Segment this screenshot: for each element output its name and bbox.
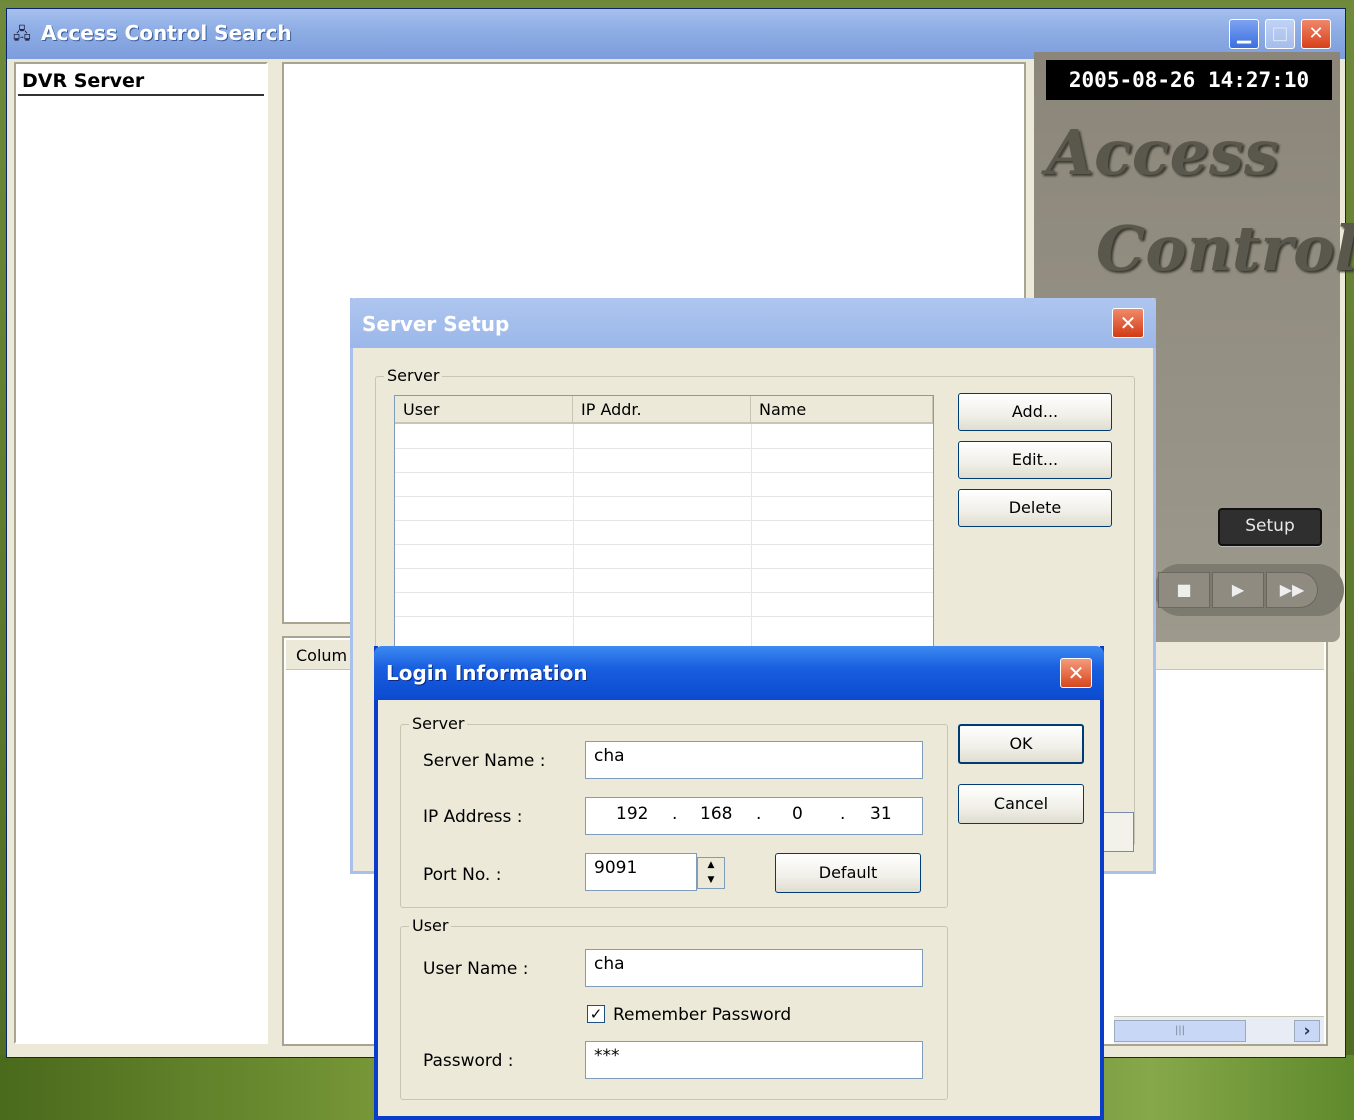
spin-up-icon[interactable]: ▲ — [700, 859, 722, 872]
ip-dot: . — [672, 804, 678, 824]
playback-controls: ■ ▶ ▶▶ — [1154, 564, 1344, 616]
play-icon[interactable]: ▶ — [1212, 572, 1264, 608]
row-divider — [395, 568, 933, 569]
column-name[interactable]: Name — [751, 396, 933, 424]
add-server-button[interactable]: Add... — [958, 393, 1112, 431]
port-label: Port No. : — [423, 865, 502, 885]
ok-button[interactable]: OK — [958, 724, 1084, 764]
scrollbar-thumb[interactable]: ||| — [1114, 1020, 1246, 1042]
server-setup-title: Server Setup — [362, 312, 510, 336]
login-user-group-label: User — [409, 916, 452, 935]
row-divider — [395, 592, 933, 593]
login-information-dialog: Login Information ✕ Server Server Name :… — [374, 646, 1104, 1120]
server-name-label: Server Name : — [423, 751, 546, 771]
fast-forward-icon[interactable]: ▶▶ — [1266, 572, 1318, 608]
edit-server-button[interactable]: Edit... — [958, 441, 1112, 479]
delete-server-button[interactable]: Delete — [958, 489, 1112, 527]
user-name-label: User Name : — [423, 959, 529, 979]
ip-address-label: IP Address : — [423, 807, 523, 827]
window-title: Access Control Search — [41, 21, 292, 45]
ip-octet-1[interactable]: 192 — [616, 804, 648, 824]
ip-octet-4[interactable]: 31 — [870, 804, 892, 824]
password-field[interactable]: *** — [585, 1041, 923, 1079]
logo-access: Access — [1046, 116, 1279, 189]
dvr-server-header: DVR Server — [18, 66, 264, 96]
column-user[interactable]: User — [395, 396, 573, 424]
remember-password-checkbox[interactable]: ✓ — [587, 1005, 605, 1023]
clock-display: 2005-08-26 14:27:10 — [1046, 60, 1332, 100]
user-name-field[interactable]: cha — [585, 949, 923, 987]
server-name-field[interactable]: cha — [585, 741, 923, 779]
logo-control: Control — [1096, 212, 1354, 285]
setup-button[interactable]: Setup — [1218, 508, 1322, 546]
minimize-button[interactable]: ▁ — [1229, 19, 1259, 49]
close-icon[interactable]: ✕ — [1060, 658, 1092, 688]
login-server-group-label: Server — [409, 714, 468, 733]
close-button[interactable]: ✕ — [1301, 19, 1331, 49]
password-label: Password : — [423, 1051, 514, 1071]
ip-dot: . — [756, 804, 762, 824]
ip-address-field[interactable]: 192 . 168 . 0 . 31 — [585, 797, 923, 835]
row-divider — [395, 616, 933, 617]
stop-icon[interactable]: ■ — [1158, 572, 1210, 608]
server-group-label: Server — [384, 366, 443, 385]
remember-password-label[interactable]: Remember Password — [613, 1005, 791, 1025]
server-list-table[interactable]: User IP Addr. Name — [394, 395, 934, 655]
row-divider — [395, 520, 933, 521]
login-title-bar[interactable]: Login Information ✕ — [374, 646, 1104, 700]
login-server-groupbox: Server Server Name : cha IP Address : 19… — [400, 714, 948, 908]
login-title: Login Information — [386, 661, 588, 685]
close-icon[interactable]: ✕ — [1112, 308, 1144, 338]
row-divider — [395, 496, 933, 497]
column-divider — [573, 424, 574, 654]
column-ip-addr[interactable]: IP Addr. — [573, 396, 751, 424]
ip-octet-3[interactable]: 0 — [792, 804, 803, 824]
login-user-groupbox: User User Name : cha ✓ Remember Password… — [400, 916, 948, 1100]
spin-down-icon[interactable]: ▼ — [700, 874, 722, 887]
server-setup-title-bar[interactable]: Server Setup ✕ — [350, 298, 1156, 348]
default-button[interactable]: Default — [775, 853, 921, 893]
maximize-button[interactable]: □ — [1265, 19, 1295, 49]
cancel-button[interactable]: Cancel — [958, 784, 1084, 824]
scroll-right-icon[interactable]: › — [1294, 1020, 1320, 1042]
horizontal-scrollbar[interactable]: ||| › — [1114, 1016, 1324, 1044]
row-divider — [395, 448, 933, 449]
ip-dot: . — [840, 804, 846, 824]
port-field[interactable]: 9091 — [585, 853, 697, 891]
dvr-server-tree[interactable]: DVR Server — [14, 62, 268, 1044]
row-divider — [395, 472, 933, 473]
row-divider — [395, 544, 933, 545]
app-icon: 🖧 — [13, 24, 31, 43]
column-divider — [751, 424, 752, 654]
port-spinner[interactable]: ▲ ▼ — [697, 857, 725, 889]
ip-octet-2[interactable]: 168 — [700, 804, 732, 824]
